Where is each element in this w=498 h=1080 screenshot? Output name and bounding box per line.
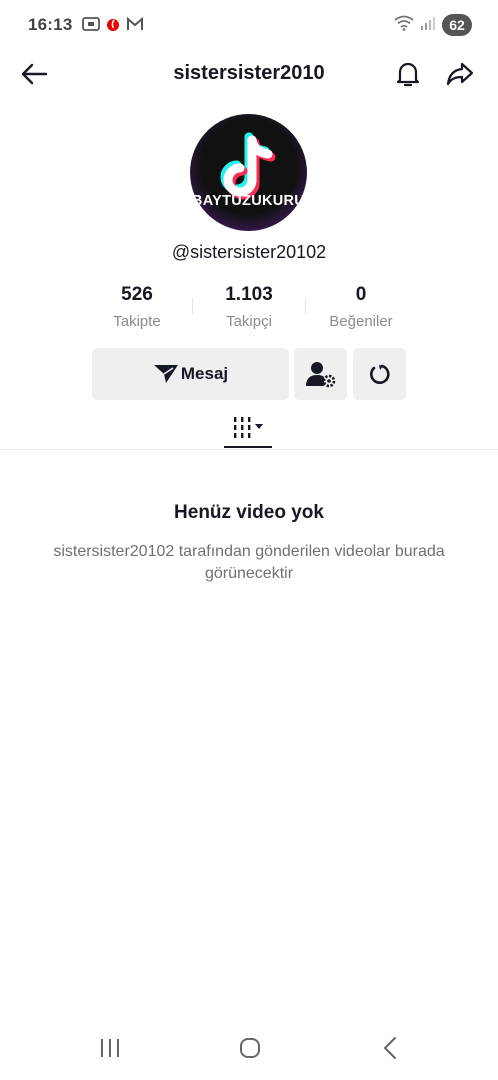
battery-icon: 62 [442, 14, 472, 36]
suggested-accounts-button[interactable] [353, 348, 406, 400]
stat-label: Beğeniler [329, 313, 393, 330]
vodafone-icon [106, 16, 120, 37]
tiktok-logo-icon [220, 132, 276, 200]
stat-followers[interactable]: 1.103 Takipçi [193, 284, 305, 330]
status-time: 16:13 [28, 15, 73, 34]
status-icons-left [82, 16, 144, 37]
share-button[interactable] [444, 58, 476, 90]
wifi-icon [394, 15, 414, 36]
back-chevron-icon [384, 1037, 396, 1059]
user-settings-icon [305, 362, 335, 388]
filter-bars-icon [234, 417, 263, 438]
screenshot-icon [82, 16, 100, 37]
profile-header: sistersister2010 [0, 48, 498, 100]
divider [0, 449, 498, 450]
tab-videos-filter[interactable] [224, 410, 272, 446]
empty-state-subtitle: sistersister20102 tarafından gönderilen … [53, 543, 445, 582]
avatar-text: BAYTUZUKURU [191, 193, 306, 209]
stat-value: 0 [355, 284, 367, 305]
message-label: Mesaj [180, 364, 229, 383]
signal-icon [420, 15, 436, 36]
back-nav-button[interactable] [370, 1028, 410, 1068]
status-icons-right: 62 [394, 14, 472, 36]
share-icon [446, 62, 474, 86]
message-button[interactable]: Mesaj [92, 348, 289, 400]
stat-likes[interactable]: 0 Beğeniler [305, 284, 417, 330]
username-handle: @sistersister20102 [171, 242, 327, 262]
stat-label: Takipçi [226, 313, 272, 330]
empty-state-title: Henüz video yok [174, 502, 324, 523]
stat-value: 1.103 [225, 284, 273, 305]
home-icon [240, 1038, 260, 1058]
stat-value: 526 [121, 284, 153, 305]
gmail-icon [126, 16, 144, 36]
home-button[interactable] [230, 1028, 270, 1068]
stat-label: Takipte [113, 313, 161, 330]
status-bar: 16:13 62 [0, 0, 498, 52]
system-nav-bar [0, 1016, 498, 1080]
stat-following[interactable]: 526 Takipte [81, 284, 193, 330]
refresh-icon [369, 364, 390, 384]
avatar[interactable]: BAYTUZUKURU [190, 114, 307, 231]
profile-stats: 526 Takipte 1.103 Takipçi 0 Beğeniler [80, 284, 418, 336]
recent-apps-button[interactable] [90, 1028, 130, 1068]
tab-active-indicator [224, 446, 272, 448]
bell-icon [396, 62, 420, 87]
notification-bell-button[interactable] [392, 58, 424, 90]
recent-apps-icon [101, 1039, 119, 1057]
follow-settings-button[interactable] [294, 348, 347, 400]
send-icon [153, 365, 178, 383]
